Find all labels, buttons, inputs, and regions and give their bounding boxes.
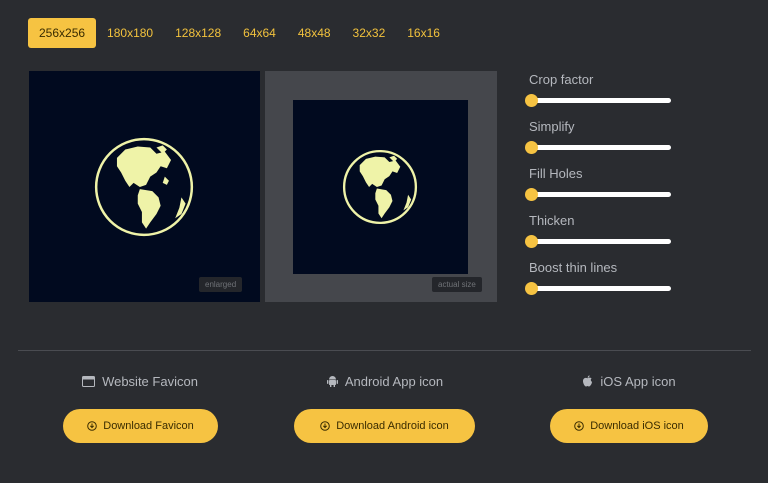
fill-holes-thumb[interactable] bbox=[525, 188, 538, 201]
android-title: Android App icon bbox=[290, 372, 480, 390]
crop-factor-thumb[interactable] bbox=[525, 94, 538, 107]
simplify-control: Simplify bbox=[521, 117, 681, 164]
tab-128[interactable]: 128x128 bbox=[164, 18, 232, 48]
thicken-control: Thicken bbox=[521, 211, 681, 258]
favicon-title: Website Favicon bbox=[60, 372, 220, 390]
ios-download-section: iOS App icon Download iOS icon bbox=[548, 372, 710, 443]
download-circle-icon bbox=[320, 421, 331, 431]
tab-48[interactable]: 48x48 bbox=[287, 18, 342, 48]
favicon-title-text: Website Favicon bbox=[102, 373, 198, 389]
tab-32[interactable]: 32x32 bbox=[342, 18, 397, 48]
tab-64[interactable]: 64x64 bbox=[232, 18, 287, 48]
tab-256[interactable]: 256x256 bbox=[28, 18, 97, 48]
globe-americas-icon bbox=[342, 149, 418, 225]
download-android-label: Download Android icon bbox=[336, 420, 449, 432]
ios-title-text: iOS App icon bbox=[600, 373, 676, 389]
boost-thin-lines-thumb[interactable] bbox=[525, 282, 538, 295]
download-circle-icon bbox=[87, 421, 98, 431]
section-divider bbox=[18, 350, 751, 351]
preview-actual-size bbox=[293, 100, 468, 274]
download-favicon-button[interactable]: Download Favicon bbox=[63, 409, 218, 443]
enlarged-tag: enlarged bbox=[199, 277, 243, 292]
size-tabs: 256x256 180x180 128x128 64x64 48x48 32x3… bbox=[28, 18, 451, 48]
boost-thin-lines-label: Boost thin lines bbox=[529, 260, 618, 275]
download-ios-label: Download iOS icon bbox=[590, 420, 684, 432]
actual-size-tag: actual size bbox=[432, 277, 482, 292]
crop-factor-control: Crop factor bbox=[521, 70, 681, 117]
download-favicon-label: Download Favicon bbox=[103, 420, 194, 432]
boost-thin-lines-control: Boost thin lines bbox=[521, 258, 681, 305]
fill-holes-control: Fill Holes bbox=[521, 164, 681, 211]
adjustment-controls: Crop factor Simplify Fill Holes Thicken … bbox=[521, 70, 681, 305]
fill-holes-slider[interactable] bbox=[525, 188, 671, 201]
fill-holes-label: Fill Holes bbox=[529, 166, 583, 181]
simplify-thumb[interactable] bbox=[525, 141, 538, 154]
thicken-thumb[interactable] bbox=[525, 235, 538, 248]
android-icon bbox=[326, 376, 338, 387]
apple-icon bbox=[583, 375, 593, 387]
simplify-slider[interactable] bbox=[525, 141, 671, 154]
download-circle-icon bbox=[574, 421, 585, 431]
crop-factor-slider[interactable] bbox=[525, 94, 671, 107]
android-download-section: Android App icon Download Android icon bbox=[290, 372, 480, 443]
tab-16[interactable]: 16x16 bbox=[396, 18, 451, 48]
boost-thin-lines-slider[interactable] bbox=[525, 282, 671, 295]
browser-window-icon bbox=[82, 375, 96, 387]
favicon-download-section: Website Favicon Download Favicon bbox=[60, 372, 220, 443]
download-android-button[interactable]: Download Android icon bbox=[294, 409, 475, 443]
globe-americas-icon bbox=[94, 137, 194, 237]
thicken-label: Thicken bbox=[529, 213, 575, 228]
crop-factor-label: Crop factor bbox=[529, 72, 594, 87]
android-title-text: Android App icon bbox=[344, 373, 444, 389]
simplify-label: Simplify bbox=[529, 119, 575, 134]
ios-title: iOS App icon bbox=[548, 372, 710, 390]
preview-enlarged: enlarged bbox=[29, 71, 260, 302]
tab-180[interactable]: 180x180 bbox=[96, 18, 164, 48]
thicken-slider[interactable] bbox=[525, 235, 671, 248]
download-ios-button[interactable]: Download iOS icon bbox=[550, 409, 708, 443]
